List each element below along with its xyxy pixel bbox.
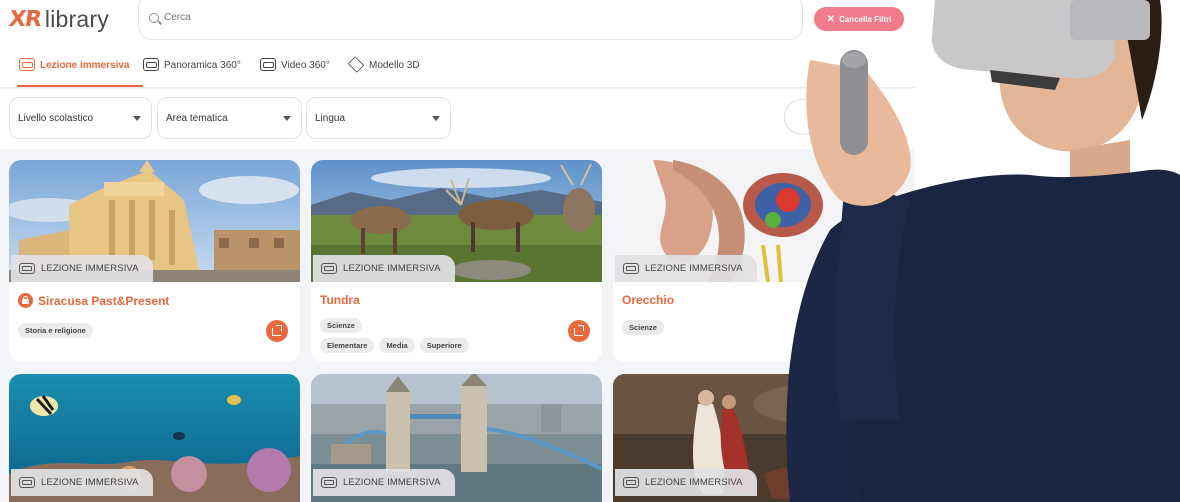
lesson-type-badge: LEZIONE IMMERSIVA [313, 469, 455, 496]
badge-label: LEZIONE IMMERSIVA [343, 477, 441, 488]
xr-library-logo[interactable]: XR library [7, 5, 109, 32]
lesson-thumbnail: LEZIONE IMMERSIVA [311, 374, 602, 502]
lesson-card[interactable]: LEZIONE IMMERSIVA [311, 374, 602, 502]
lesson-thumbnail: LEZIONE IMMERSIVA [9, 374, 300, 502]
search-icon [149, 12, 159, 23]
card-title[interactable]: Orecchio [622, 293, 674, 307]
badge-label: LEZIONE IMMERSIVA [41, 477, 139, 488]
tab-lezione-immersiva[interactable]: Lezione immersiva [16, 58, 145, 87]
tab-modello-3d[interactable]: Modello 3D [347, 56, 420, 86]
vr-headset-icon [321, 477, 337, 488]
school-level-select[interactable]: Livello scolastico [9, 97, 152, 139]
card-title[interactable]: Tundra [320, 293, 360, 307]
lesson-type-badge: LEZIONE IMMERSIVA [313, 255, 455, 282]
person-with-vr-headset-photo [770, 0, 1180, 502]
tab-label: Modello 3D [369, 60, 420, 71]
tab-panoramica-360[interactable]: Panoramica 360° [143, 58, 241, 86]
search-bar[interactable] [138, 0, 803, 40]
caret-down-icon [432, 116, 440, 121]
lesson-type-badge: LEZIONE IMMERSIVA [11, 469, 153, 496]
language-select[interactable]: Lingua [306, 97, 451, 139]
panorama-icon [143, 58, 159, 71]
headset-icon [19, 58, 35, 71]
tab-label: Panoramica 360° [164, 60, 241, 71]
lesson-type-badge: LEZIONE IMMERSIVA [11, 255, 153, 282]
card-title[interactable]: Siracusa Past&Present [18, 293, 169, 308]
vr-headset-icon [19, 477, 35, 488]
badge-label: LEZIONE IMMERSIVA [41, 263, 139, 274]
card-tags: Scienze [622, 320, 664, 335]
vr-headset-icon [19, 263, 35, 274]
badge-label: LEZIONE IMMERSIVA [645, 477, 743, 488]
lock-icon [18, 293, 33, 308]
lesson-card[interactable]: LEZIONE IMMERSIVA [9, 374, 300, 502]
subject-area-select[interactable]: Area tematica [157, 97, 302, 139]
tab-label: Lezione immersiva [40, 60, 130, 71]
logo-word: library [44, 5, 109, 32]
card-title-text: Siracusa Past&Present [38, 293, 170, 308]
lesson-thumbnail: LEZIONE IMMERSIVA [9, 160, 300, 282]
school-level-tags: Elementare Media Superiore [320, 338, 469, 353]
badge-label: LEZIONE IMMERSIVA [645, 263, 743, 274]
subject-tag: Scienze [320, 318, 362, 333]
vr-headset-icon [321, 263, 337, 274]
tab-label: Video 360° [281, 60, 330, 71]
select-label: Lingua [315, 112, 346, 124]
subject-tag: Scienze [622, 320, 664, 335]
badge-label: LEZIONE IMMERSIVA [343, 263, 441, 274]
select-label: Livello scolastico [18, 112, 94, 124]
caret-down-icon [133, 116, 141, 121]
video360-icon [260, 58, 276, 71]
card-title-text: Tundra [320, 293, 360, 307]
vr-headset-icon [623, 477, 639, 488]
lesson-thumbnail: LEZIONE IMMERSIVA [311, 160, 602, 282]
card-tags: Storia e religione [18, 323, 93, 338]
vr-headset-icon [623, 263, 639, 274]
logo-mark: XR [7, 6, 43, 32]
card-tags: Scienze [320, 318, 362, 333]
level-tag: Media [379, 338, 415, 353]
card-title-text: Orecchio [622, 293, 675, 307]
subject-tag: Storia e religione [18, 323, 93, 338]
search-input[interactable] [164, 11, 764, 23]
lesson-type-badge: LEZIONE IMMERSIVA [615, 469, 757, 496]
tab-video-360[interactable]: Video 360° [260, 58, 330, 86]
level-tag: Superiore [419, 338, 469, 353]
select-label: Area tematica [166, 112, 228, 124]
lesson-card[interactable]: LEZIONE IMMERSIVA Siracusa Past&Present … [9, 160, 300, 362]
share-button[interactable] [568, 320, 590, 342]
share-button[interactable] [266, 320, 288, 342]
cube-icon [347, 56, 365, 73]
caret-down-icon [283, 116, 291, 121]
lesson-card[interactable]: LEZIONE IMMERSIVA Tundra Scienze Element… [311, 160, 602, 362]
level-tag: Elementare [320, 338, 375, 353]
lesson-type-badge: LEZIONE IMMERSIVA [615, 255, 757, 282]
